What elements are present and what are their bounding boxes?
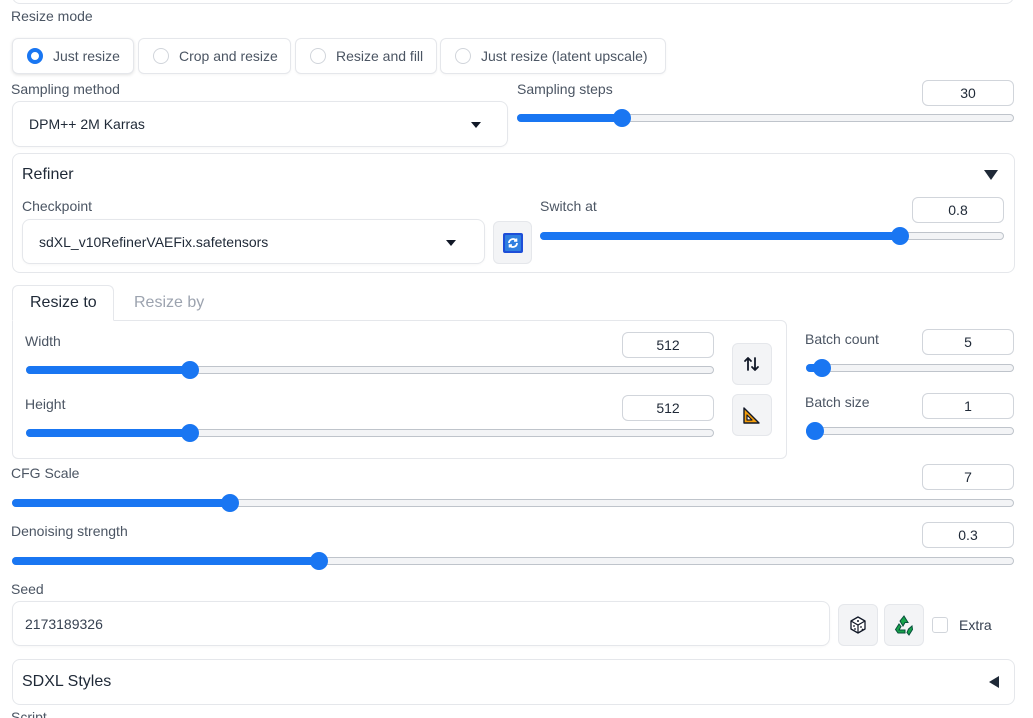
radio-checked-icon <box>27 48 43 64</box>
previous-panel-edge <box>12 0 1014 4</box>
slider-fill <box>26 366 191 374</box>
radio-just-resize[interactable]: Just resize <box>12 38 134 74</box>
checkpoint-label: Checkpoint <box>22 198 93 214</box>
radio-latent-upscale[interactable]: Just resize (latent upscale) <box>440 38 666 74</box>
batch-size-label: Batch size <box>805 394 870 410</box>
extra-label[interactable]: Extra <box>959 617 992 633</box>
height-slider[interactable] <box>26 423 714 443</box>
expand-triangle-icon[interactable] <box>989 676 999 688</box>
batch-size-slider[interactable] <box>806 421 1014 441</box>
sdxl-styles-panel[interactable] <box>12 659 1015 705</box>
radio-label: Just resize <box>53 48 120 64</box>
height-label: Height <box>25 396 66 412</box>
slider-track <box>806 427 1014 435</box>
height-input[interactable]: 512 <box>622 395 714 421</box>
slider-fill <box>517 114 622 122</box>
slider-fill <box>540 232 900 240</box>
resize-mode-label: Resize mode <box>11 8 93 24</box>
seed-label: Seed <box>11 581 44 597</box>
width-label: Width <box>25 333 61 349</box>
slider-thumb[interactable] <box>310 552 329 570</box>
slider-fill <box>12 557 320 565</box>
refiner-title[interactable]: Refiner <box>22 166 74 184</box>
chevron-down-icon <box>446 239 456 246</box>
slider-thumb[interactable] <box>806 422 824 440</box>
reuse-seed-button[interactable] <box>884 604 924 646</box>
denoising-strength-input[interactable]: 0.3 <box>922 522 1014 548</box>
collapse-triangle-icon[interactable] <box>984 170 998 180</box>
tab-resize-by[interactable]: Resize by <box>134 294 204 312</box>
radio-label: Resize and fill <box>336 48 424 64</box>
refresh-icon <box>502 232 523 253</box>
radio-label: Just resize (latent upscale) <box>481 48 648 64</box>
slider-thumb[interactable] <box>612 109 631 127</box>
refiner-checkpoint-dropdown[interactable]: sdXL_v10RefinerVAEFix.safetensors <box>22 219 485 264</box>
slider-thumb[interactable] <box>890 227 909 245</box>
radio-label: Crop and resize <box>179 48 278 64</box>
batch-count-slider[interactable] <box>806 358 1014 378</box>
seed-value: 2173189326 <box>25 615 103 632</box>
batch-count-label: Batch count <box>805 331 879 347</box>
batch-size-input[interactable]: 1 <box>922 393 1014 419</box>
slider-thumb[interactable] <box>181 361 200 379</box>
sampling-method-dropdown[interactable]: DPM++ 2M Karras <box>12 101 508 147</box>
triangle-ruler-icon <box>743 407 760 424</box>
seed-input[interactable]: 2173189326 <box>12 601 830 646</box>
slider-track <box>806 364 1014 372</box>
recycle-icon <box>894 615 914 636</box>
width-slider[interactable] <box>26 360 714 380</box>
radio-resize-and-fill[interactable]: Resize and fill <box>295 38 437 74</box>
radio-unchecked-icon <box>455 48 471 64</box>
switch-at-input[interactable]: 0.8 <box>912 197 1004 223</box>
slider-fill <box>26 429 191 437</box>
denoising-strength-slider[interactable] <box>12 551 1014 571</box>
width-input[interactable]: 512 <box>622 332 714 358</box>
slider-thumb[interactable] <box>220 494 239 512</box>
tab-resize-to[interactable]: Resize to <box>30 294 97 312</box>
sampling-method-value: DPM++ 2M Karras <box>29 116 145 132</box>
swap-dimensions-button[interactable] <box>732 343 772 385</box>
dice-icon <box>850 616 866 634</box>
switch-at-label: Switch at <box>540 198 597 214</box>
refresh-checkpoint-button[interactable] <box>493 221 532 264</box>
sampling-steps-input[interactable]: 30 <box>922 80 1014 106</box>
radio-unchecked-icon <box>153 48 169 64</box>
radio-crop-and-resize[interactable]: Crop and resize <box>138 38 291 74</box>
checkpoint-value: sdXL_v10RefinerVAEFix.safetensors <box>39 233 269 250</box>
sampling-steps-slider[interactable] <box>517 108 1014 128</box>
slider-thumb[interactable] <box>812 359 831 377</box>
batch-count-input[interactable]: 5 <box>922 329 1014 355</box>
radio-unchecked-icon <box>310 48 326 64</box>
sampling-method-label: Sampling method <box>11 81 120 97</box>
sampling-steps-label: Sampling steps <box>517 81 613 97</box>
cfg-scale-label: CFG Scale <box>11 465 80 481</box>
switch-at-slider[interactable] <box>540 226 1004 246</box>
denoising-strength-label: Denoising strength <box>11 523 128 539</box>
cfg-scale-slider[interactable] <box>12 493 1014 513</box>
swap-arrows-icon <box>744 357 759 371</box>
cfg-scale-input[interactable]: 7 <box>922 464 1014 490</box>
chevron-down-icon <box>471 122 481 128</box>
aspect-ratio-button[interactable] <box>732 394 772 436</box>
extra-checkbox[interactable] <box>932 617 948 633</box>
script-label: Script <box>11 709 47 718</box>
random-seed-button[interactable] <box>838 604 878 646</box>
slider-fill <box>12 499 230 507</box>
sdxl-styles-title[interactable]: SDXL Styles <box>22 673 111 691</box>
slider-thumb[interactable] <box>181 424 200 442</box>
